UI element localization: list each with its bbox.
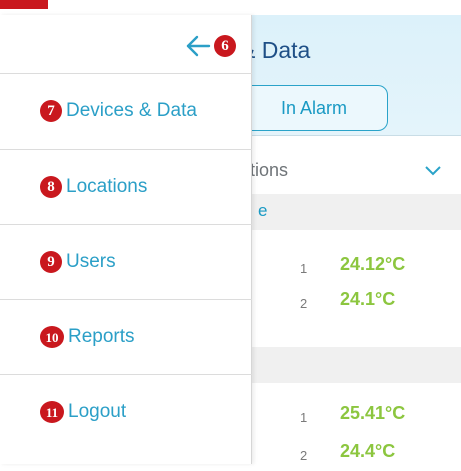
menu-item-label: Users: [66, 251, 116, 272]
menu-item-reports[interactable]: 10 Reports: [0, 299, 252, 374]
reading-row: 1 25.41°C: [240, 403, 461, 433]
in-alarm-button[interactable]: In Alarm: [240, 85, 388, 131]
section-header: [240, 347, 461, 383]
reading-index: 1: [300, 410, 308, 425]
menu-item-label: Locations: [66, 176, 148, 197]
chevron-down-icon[interactable]: [422, 159, 444, 181]
menu-item-users[interactable]: 9 Users: [0, 224, 252, 299]
annotation-marker: 7: [40, 100, 62, 122]
annotation-marker: 11: [40, 401, 64, 423]
menu-item-label: Logout: [68, 401, 127, 422]
reading-row: 1 24.12°C: [240, 254, 461, 284]
reading-index: 2: [300, 448, 308, 463]
navigation-drawer: 6 7 Devices & Data 8 Locations 9 Users 1…: [0, 15, 252, 464]
menu-item-logout[interactable]: 11 Logout: [0, 374, 252, 449]
reading-temperature: 25.41°C: [340, 403, 406, 423]
reading-index: 2: [300, 296, 308, 311]
menu-item-locations[interactable]: 8 Locations: [0, 149, 252, 224]
reading-temperature: 24.12°C: [340, 254, 406, 274]
annotation-marker: 9: [40, 251, 62, 273]
back-arrow-icon[interactable]: [185, 34, 211, 58]
menu-item-label: Reports: [68, 326, 135, 347]
annotation-marker: 6: [214, 35, 236, 57]
reading-index: 1: [300, 261, 308, 276]
menu-item-devices-data[interactable]: 7 Devices & Data: [0, 73, 252, 148]
menu-item-label: Devices & Data: [66, 100, 197, 121]
drawer-header: 6: [0, 15, 252, 73]
annotation-marker: 10: [40, 326, 64, 348]
reading-row: 2 24.1°C: [240, 289, 461, 319]
reading-temperature: 24.1°C: [340, 289, 396, 309]
annotation-marker: 8: [40, 176, 62, 198]
reading-temperature: 24.4°C: [340, 441, 396, 461]
reading-row: 2 24.4°C: [240, 441, 461, 471]
section-header: e: [240, 194, 461, 230]
location-filter-dropdown[interactable]: ations: [240, 148, 461, 193]
section-header-text: e: [258, 201, 268, 220]
